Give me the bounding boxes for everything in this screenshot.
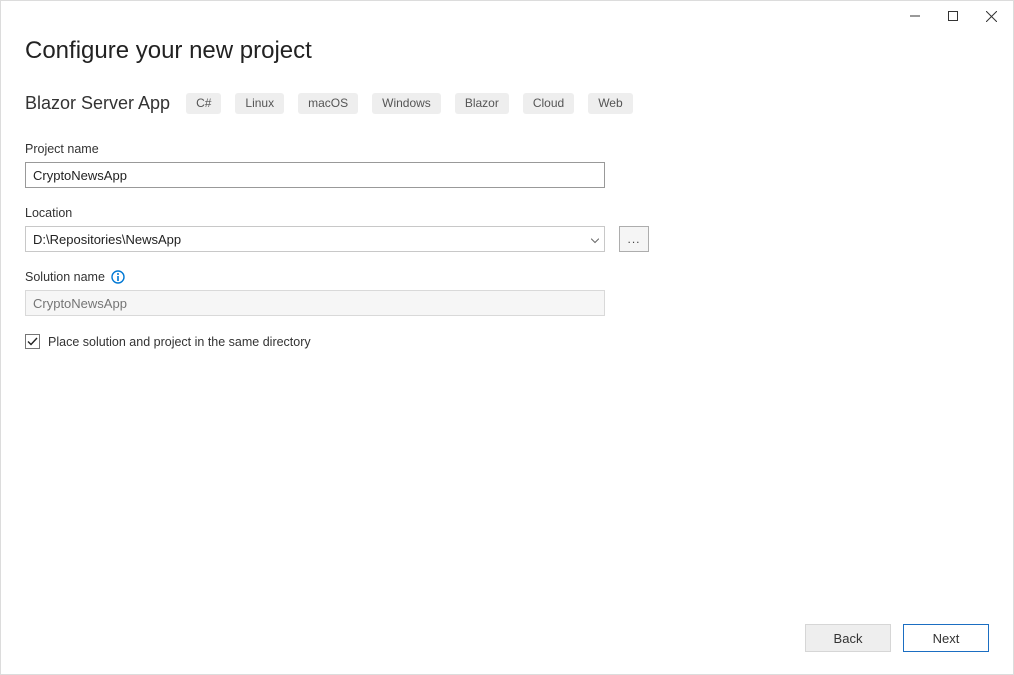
solution-name-label-row: Solution name	[25, 270, 605, 284]
browse-button[interactable]: ...	[619, 226, 649, 252]
project-name-field: Project name	[25, 142, 605, 188]
tag-macos: macOS	[298, 93, 358, 113]
location-label: Location	[25, 206, 665, 220]
same-directory-label: Place solution and project in the same d…	[48, 335, 311, 349]
location-field: Location ...	[25, 206, 665, 252]
minimize-icon	[910, 11, 920, 21]
page-title: Configure your new project	[25, 37, 989, 65]
close-button[interactable]	[975, 5, 1007, 27]
footer: Back Next	[1, 624, 1013, 674]
maximize-icon	[948, 11, 958, 21]
template-row: Blazor Server App C# Linux macOS Windows…	[25, 93, 989, 114]
tag-csharp: C#	[186, 93, 221, 113]
solution-name-label: Solution name	[25, 270, 105, 284]
tag-cloud: Cloud	[523, 93, 574, 113]
next-button[interactable]: Next	[903, 624, 989, 652]
location-combo-wrap	[25, 226, 605, 252]
location-row: ...	[25, 226, 665, 252]
tag-linux: Linux	[235, 93, 284, 113]
content-area: Configure your new project Blazor Server…	[1, 31, 1013, 624]
back-button[interactable]: Back	[805, 624, 891, 652]
location-input[interactable]	[25, 226, 605, 252]
titlebar	[1, 1, 1013, 31]
solution-name-input	[25, 290, 605, 316]
same-directory-checkbox[interactable]	[25, 334, 40, 349]
same-directory-checkbox-row[interactable]: Place solution and project in the same d…	[25, 334, 989, 349]
project-name-label: Project name	[25, 142, 605, 156]
tag-blazor: Blazor	[455, 93, 509, 113]
solution-name-field: Solution name	[25, 270, 605, 316]
minimize-button[interactable]	[899, 5, 931, 27]
dialog-window: Configure your new project Blazor Server…	[0, 0, 1014, 675]
info-icon[interactable]	[111, 270, 125, 284]
project-name-input[interactable]	[25, 162, 605, 188]
check-icon	[27, 336, 38, 347]
tag-web: Web	[588, 93, 632, 113]
template-name: Blazor Server App	[25, 93, 170, 114]
maximize-button[interactable]	[937, 5, 969, 27]
tag-windows: Windows	[372, 93, 441, 113]
close-icon	[986, 11, 997, 22]
